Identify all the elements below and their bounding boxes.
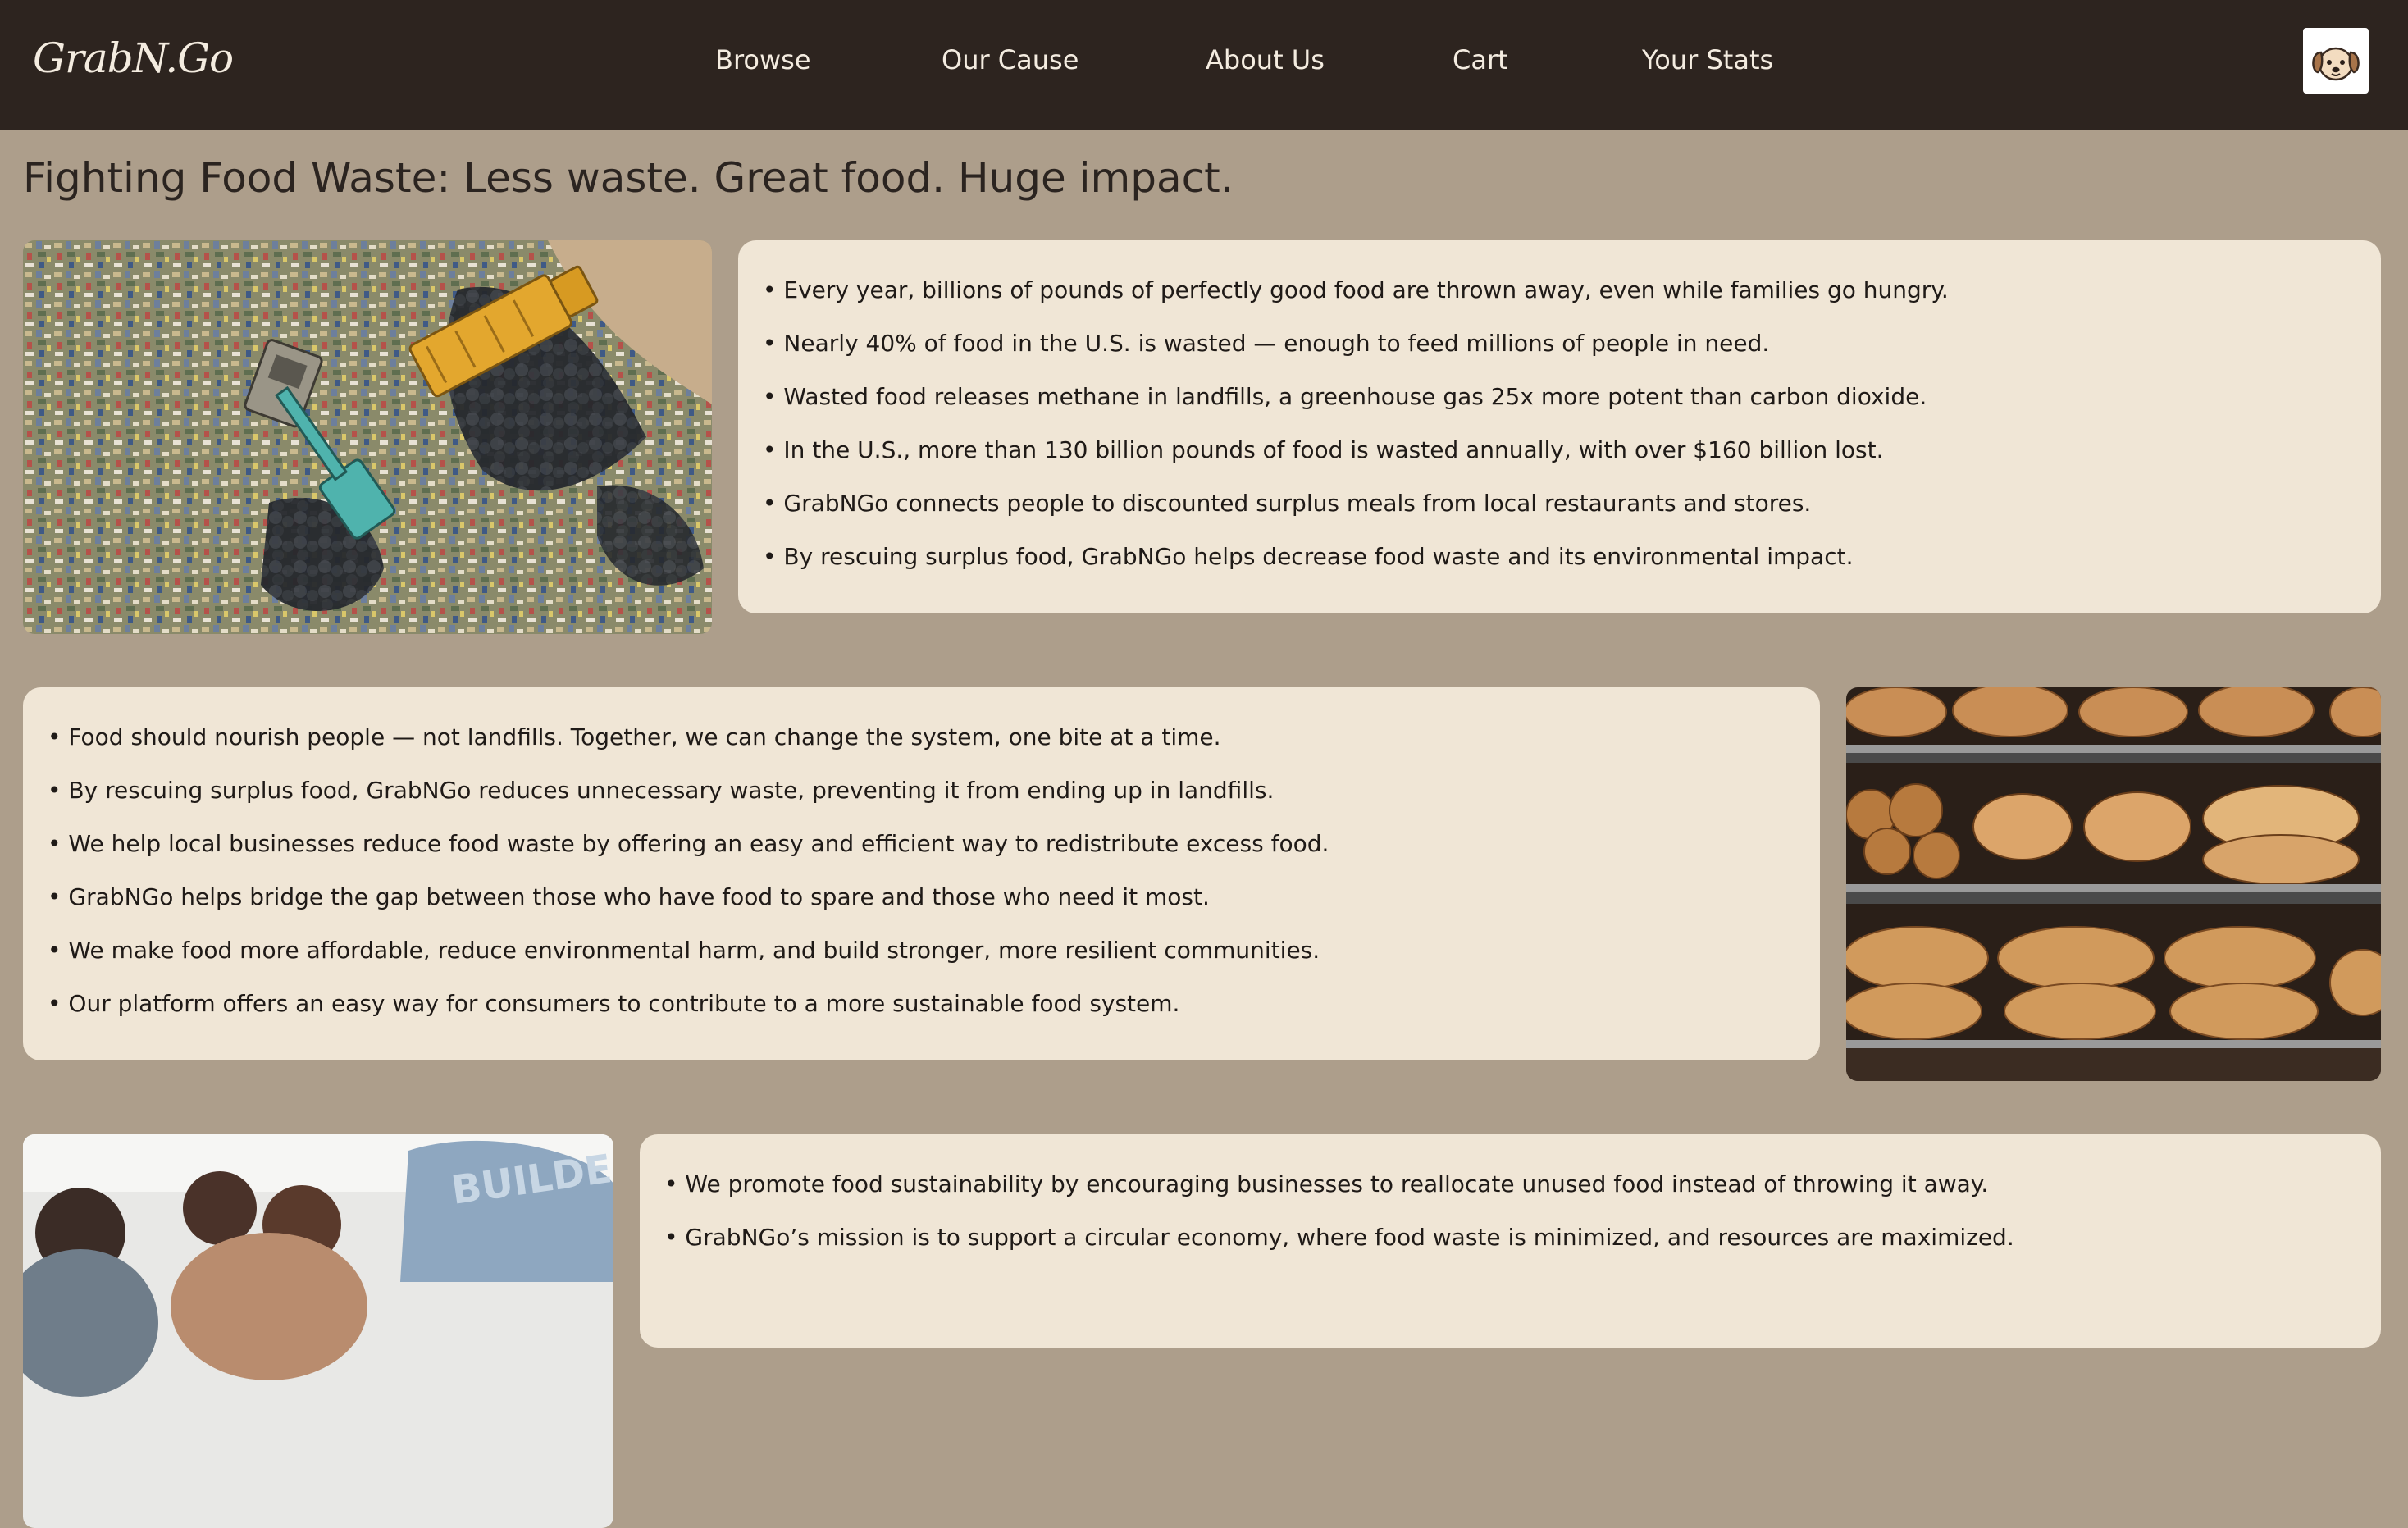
nav-cart[interactable]: Cart <box>1453 44 1508 75</box>
top-navbar: GrabN.Go Browse Our Cause About Us Cart … <box>0 0 2408 130</box>
waste-facts-card: Every year, billions of pounds of perfec… <box>738 240 2381 613</box>
page-title: Fighting Food Waste: Less waste. Great f… <box>23 154 1234 202</box>
list-item: We promote food sustainability by encour… <box>664 1170 2355 1198</box>
list-item: In the U.S., more than 130 billion pound… <box>763 436 2355 464</box>
list-item: Our platform offers an easy way for cons… <box>48 990 1794 1018</box>
nav-your-stats[interactable]: Your Stats <box>1642 44 1773 75</box>
list-item: Food should nourish people — not landfil… <box>48 723 1794 751</box>
nav-our-cause[interactable]: Our Cause <box>942 44 1079 75</box>
nav-browse[interactable]: Browse <box>715 44 811 75</box>
list-item: Nearly 40% of food in the U.S. is wasted… <box>763 330 2355 358</box>
list-item: GrabNGo connects people to discounted su… <box>763 490 2355 518</box>
dog-face-icon <box>2312 47 2360 81</box>
list-item: We help local businesses reduce food was… <box>48 830 1794 858</box>
waste-facts-list: Every year, billions of pounds of perfec… <box>763 276 2355 571</box>
list-item: We make food more affordable, reduce env… <box>48 937 1794 965</box>
list-item: By rescuing surplus food, GrabNGo reduce… <box>48 777 1794 805</box>
landfill-photo <box>23 240 712 634</box>
list-item: Wasted food releases methane in landfill… <box>763 383 2355 411</box>
mission-card: Food should nourish people — not landfil… <box>23 687 1820 1060</box>
list-item: Every year, billions of pounds of perfec… <box>763 276 2355 304</box>
list-item: GrabNGo helps bridge the gap between tho… <box>48 883 1794 911</box>
volunteers-photo: BUILDER <box>23 1134 613 1528</box>
mission-list: Food should nourish people — not landfil… <box>48 723 1794 1018</box>
sustainability-list: We promote food sustainability by encour… <box>664 1170 2355 1252</box>
sustainability-card: We promote food sustainability by encour… <box>640 1134 2381 1348</box>
nav-about-us[interactable]: About Us <box>1206 44 1325 75</box>
list-item: GrabNGo’s mission is to support a circul… <box>664 1224 2355 1252</box>
list-item: By rescuing surplus food, GrabNGo helps … <box>763 543 2355 571</box>
brand-logo[interactable]: GrabN.Go <box>33 34 234 82</box>
bakery-bread-shelves-photo <box>1846 687 2381 1081</box>
avatar[interactable] <box>2303 28 2369 94</box>
